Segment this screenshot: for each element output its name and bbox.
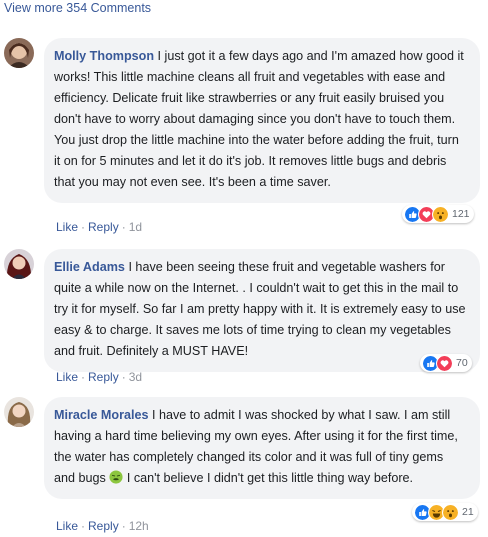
separator-dot: · [121,220,126,234]
reply-button[interactable]: Reply [88,519,119,533]
avatar[interactable] [4,249,34,279]
comment-author-name[interactable]: Miracle Morales [54,408,149,422]
reaction-count: 21 [462,506,474,518]
comment-text: I just got it a few days ago and I'm ama… [54,49,464,189]
separator-dot: · [121,370,126,384]
separator-dot: · [81,220,86,234]
comment-text-continued: I can't believe I didn't get this little… [126,471,414,485]
reaction-count: 70 [456,357,468,369]
comment-timestamp[interactable]: 12h [129,519,149,533]
comment-timestamp[interactable]: 1d [129,220,142,234]
comment-timestamp[interactable]: 3d [129,370,142,384]
like-button[interactable]: Like [56,370,78,384]
avatar[interactable] [4,38,34,68]
love-reaction-icon [436,354,453,372]
reactions-summary[interactable]: 70 [420,354,472,372]
wow-reaction-icon [442,503,459,521]
comment-actions: Like · Reply · 1d [56,220,142,234]
avatar[interactable] [4,397,34,427]
like-button[interactable]: Like [56,519,78,533]
comment-bubble: Miracle Morales I have to admit I was sh… [44,397,480,499]
reactions-summary[interactable]: 121 [402,205,474,223]
comment-text: I have been seeing these fruit and veget… [54,260,466,358]
wow-reaction-icon [432,205,449,223]
view-more-comments-link[interactable]: View more 354 Comments [4,1,151,15]
nauseated-face-emoji-icon [109,470,123,484]
comment-bubble: Ellie Adams I have been seeing these fru… [44,249,480,372]
reaction-count: 121 [452,208,470,220]
separator-dot: · [81,370,86,384]
reactions-summary[interactable]: 21 [412,503,478,521]
comment-actions: Like · Reply · 3d [56,370,142,384]
separator-dot: · [81,519,86,533]
comment-author-name[interactable]: Molly Thompson [54,49,154,63]
reply-button[interactable]: Reply [88,370,119,384]
separator-dot: · [121,519,126,533]
like-button[interactable]: Like [56,220,78,234]
comment-actions: Like · Reply · 12h [56,519,149,533]
comment-author-name[interactable]: Ellie Adams [54,260,125,274]
comment-bubble: Molly Thompson I just got it a few days … [44,38,480,203]
reply-button[interactable]: Reply [88,220,119,234]
